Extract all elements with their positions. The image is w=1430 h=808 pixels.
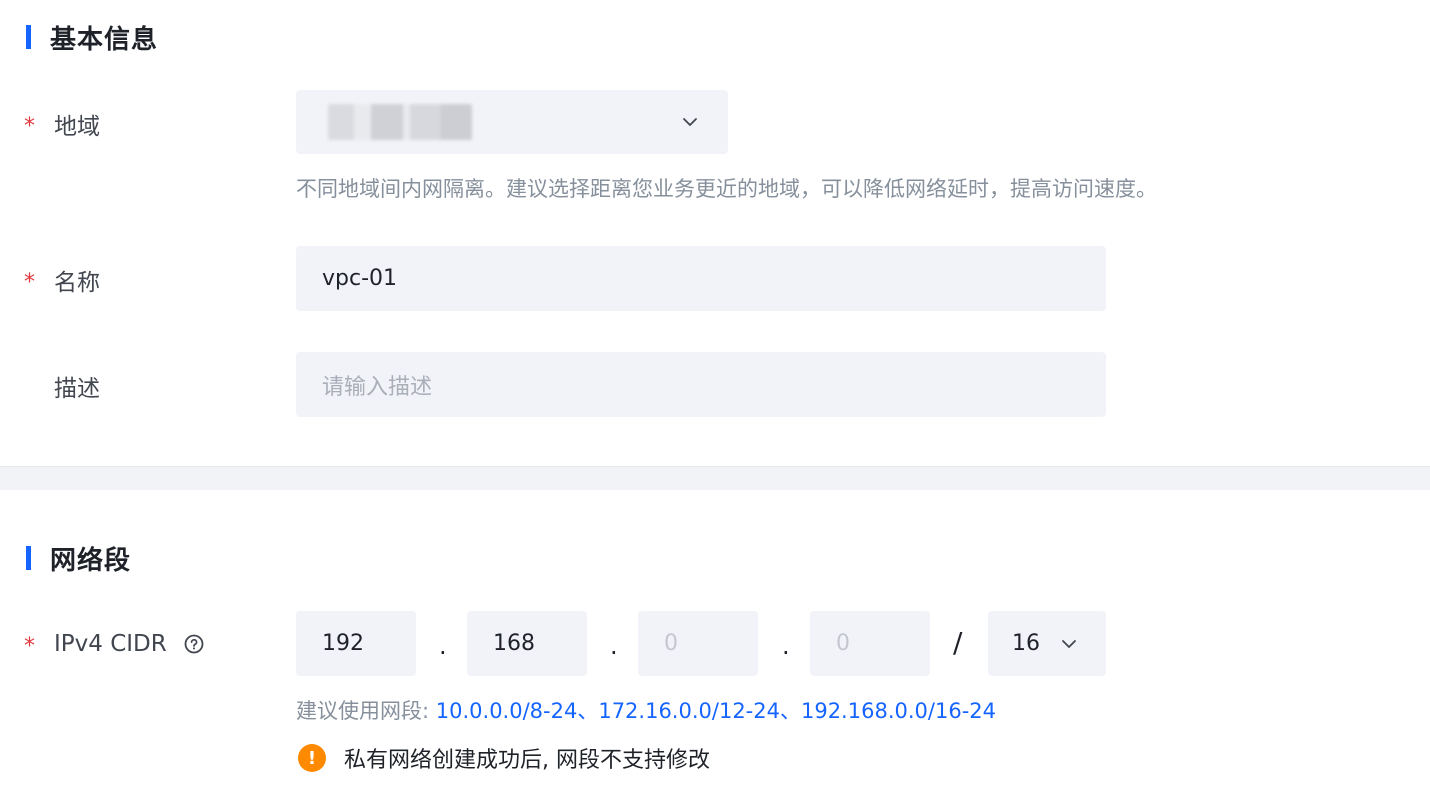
- required-mark: *: [24, 269, 35, 295]
- section-title-basic-info: 基本信息: [50, 24, 159, 55]
- description-input[interactable]: 请输入描述: [296, 352, 1106, 417]
- cidr-dot-separator: .: [439, 632, 447, 660]
- cidr-suggestion-prefix: 建议使用网段:: [296, 699, 430, 723]
- region-hint: 不同地域间内网隔离。建议选择距离您业务更近的地域，可以降低网络延时，提高访问速度…: [296, 177, 1157, 201]
- cidr-label-text: IPv4 CIDR: [54, 631, 167, 657]
- name-input[interactable]: vpc-01: [296, 246, 1106, 311]
- name-input-value: vpc-01: [322, 266, 398, 291]
- region-value-redacted: [328, 104, 472, 140]
- cidr-dot-separator: .: [610, 632, 618, 660]
- required-mark: *: [24, 633, 35, 659]
- region-select[interactable]: [296, 90, 728, 154]
- cidr-octet-3-input[interactable]: 0: [638, 611, 758, 676]
- section-accent-bar: [26, 25, 31, 49]
- section-network-segment: 网络段: [26, 542, 132, 576]
- cidr-octet-3-placeholder: 0: [664, 631, 678, 656]
- cidr-label: * IPv4 CIDR: [24, 624, 205, 664]
- name-label-text: 名称: [54, 270, 100, 296]
- warning-circle-icon: !: [298, 744, 326, 772]
- cidr-octet-2-input[interactable]: 168: [467, 611, 587, 676]
- section-divider: [0, 466, 1430, 490]
- cidr-octet-1-input[interactable]: 192: [296, 611, 416, 676]
- cidr-warning: ! 私有网络创建成功后, 网段不支持修改: [298, 742, 710, 774]
- cidr-warning-text: 私有网络创建成功后, 网段不支持修改: [344, 748, 710, 773]
- region-label: * 地域: [24, 104, 100, 144]
- name-label: * 名称: [24, 260, 100, 300]
- cidr-suggestion-ranges: 10.0.0.0/8-24、172.16.0.0/12-24、192.168.0…: [435, 699, 996, 723]
- question-circle-icon[interactable]: [183, 633, 205, 655]
- region-label-text: 地域: [54, 114, 100, 140]
- required-mark: *: [24, 113, 35, 139]
- cidr-octet-4-placeholder: 0: [836, 631, 850, 656]
- cidr-octet-2-value: 168: [493, 631, 535, 656]
- cidr-octet-1-value: 192: [322, 631, 364, 656]
- cidr-dot-separator: .: [782, 632, 790, 660]
- cidr-mask-select[interactable]: 16: [988, 611, 1106, 676]
- description-placeholder: 请输入描述: [322, 374, 433, 400]
- description-label: * 描述: [24, 366, 100, 406]
- section-title-network-segment: 网络段: [50, 545, 132, 576]
- cidr-suggestion: 建议使用网段: 10.0.0.0/8-24、172.16.0.0/12-24、1…: [296, 695, 996, 725]
- description-label-text: 描述: [54, 376, 100, 402]
- cidr-octet-4-input[interactable]: 0: [810, 611, 930, 676]
- section-accent-bar: [26, 546, 31, 570]
- chevron-down-icon: [683, 118, 697, 126]
- chevron-down-icon: [1062, 640, 1076, 648]
- section-basic-info: 基本信息: [26, 21, 159, 55]
- cidr-slash-separator: /: [953, 626, 963, 659]
- cidr-mask-value: 16: [1012, 631, 1040, 656]
